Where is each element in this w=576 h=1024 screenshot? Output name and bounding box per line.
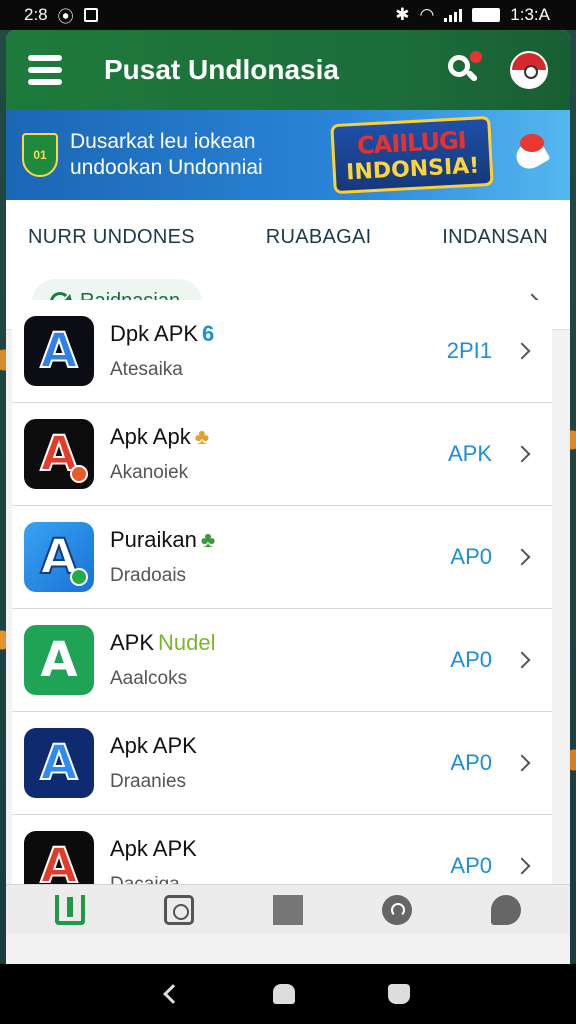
app-icon: A — [24, 625, 94, 695]
promo-badge: CAIILUGI INDONSIA! — [330, 115, 494, 195]
home-button-icon[interactable] — [272, 984, 295, 1004]
status-time-right: 1:3:A — [510, 5, 550, 24]
home-icon[interactable] — [55, 894, 86, 925]
status-time: 2:8 — [24, 5, 48, 24]
banner-text: Dusarkat leu iokean undookan Undonniai — [70, 130, 263, 179]
app-title: Pusat Undlonasia — [104, 54, 339, 85]
chevron-right-icon — [513, 857, 531, 875]
battery-icon — [472, 8, 501, 22]
status-bar: 2:8 ⦿ ✱ ◠ 1:3:A — [0, 0, 576, 30]
app-name: Puraikan ♣ — [110, 527, 216, 552]
chevron-right-icon — [513, 754, 531, 772]
app-tag: AP0 — [450, 853, 492, 878]
wifi-icon: ◠ — [419, 5, 435, 24]
app-icon: A — [24, 316, 94, 386]
grid-icon[interactable] — [272, 894, 303, 925]
bluetooth-icon: ✱ — [395, 5, 410, 24]
app-icon: A — [24, 728, 94, 798]
promo-banner[interactable]: 01 Dusarkat leu iokean undookan Undonnia… — [6, 110, 570, 200]
tab-bar: NURR UNDONES RUABAGAI INDANSAN — [6, 200, 570, 274]
app-tag: 2PI1 — [446, 338, 492, 363]
app-list: A Dpk APK 6 Atesaika 2PI1 A Apk Apk ♣ Akan… — [12, 300, 552, 918]
app-notification-icon — [83, 8, 98, 22]
chevron-right-icon — [513, 651, 531, 669]
list-item[interactable]: A Apk Apk ♣ Akanoiek APK — [12, 403, 552, 506]
app-tag: AP0 — [450, 750, 492, 775]
app-bar: Pusat Undlonasia — [6, 30, 570, 110]
megaphone-icon — [511, 132, 551, 176]
system-navigation-bar — [0, 964, 576, 1024]
chevron-right-icon — [513, 342, 531, 360]
app-subtitle: Draanies — [110, 771, 187, 792]
app-subtitle: Atesaika — [110, 359, 183, 380]
app-name: APK Nudel — [110, 630, 216, 655]
tab-ruabagai[interactable]: RUABAGAI — [266, 226, 372, 249]
app-tag: AP0 — [450, 647, 492, 672]
app-icon: A — [24, 522, 94, 592]
list-item[interactable]: A Apk APK Draanies AP0 — [12, 712, 552, 815]
app-tag: AP0 — [450, 544, 492, 569]
list-item[interactable]: A APK Nudel Aaalcoks AP0 — [12, 609, 552, 712]
app-subtitle: Aaalcoks — [110, 668, 188, 689]
avatar-icon[interactable] — [510, 51, 548, 89]
shield-icon: 01 — [22, 133, 58, 177]
chevron-right-icon — [513, 548, 531, 566]
tab-indansan[interactable]: INDANSAN — [442, 226, 548, 249]
app-subtitle: Dradoais — [110, 565, 187, 586]
camera-icon[interactable] — [164, 894, 195, 925]
back-icon[interactable] — [163, 984, 184, 1004]
tab-nurr-undones[interactable]: NURR UNDONES — [28, 226, 195, 249]
list-item[interactable]: A Dpk APK 6 Atesaika 2PI1 — [12, 300, 552, 403]
chat-icon[interactable] — [490, 894, 521, 925]
app-tag: APK — [447, 441, 492, 466]
recents-icon[interactable] — [387, 984, 410, 1004]
app-subtitle: Akanoiek — [110, 462, 189, 483]
search-icon[interactable] — [446, 51, 482, 87]
notification-icon: ⦿ — [57, 9, 74, 26]
app-name: Apk APK — [110, 836, 197, 861]
list-item[interactable]: A Puraikan ♣ Dradoais AP0 — [12, 506, 552, 609]
app-name: Dpk APK 6 — [110, 321, 215, 346]
hamburger-icon[interactable] — [28, 55, 62, 85]
signal-icon — [444, 8, 463, 22]
app-name: Apk APK — [110, 733, 197, 758]
app-icon: A — [24, 419, 94, 489]
app-name: Apk Apk ♣ — [110, 424, 210, 449]
chevron-right-icon — [513, 445, 531, 463]
bottom-navigation — [6, 884, 570, 934]
refresh-circle-icon[interactable] — [381, 894, 412, 925]
